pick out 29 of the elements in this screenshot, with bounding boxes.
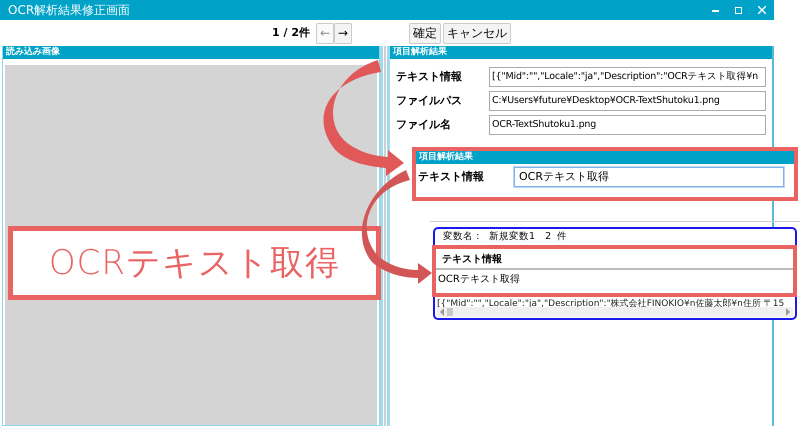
table-cell-text: OCRテキスト取得 — [437, 273, 521, 287]
close-icon[interactable] — [758, 6, 766, 14]
table-cell-text: [{"Mid":"","Locale":"ja","Description":"株式会社FINOKIO¥n佐藤太郎¥n住所 〒15 — [437, 298, 784, 311]
scroll-right-icon[interactable] — [785, 308, 791, 316]
input-field[interactable]: [{"Mid":"","Locale":"ja","Description":"OCRテキスト取得¥n — [489, 67, 766, 87]
scrollbar[interactable] — [437, 307, 793, 317]
input-field[interactable]: C:¥Users¥future¥Desktop¥OCR-TextShutoku1.png — [489, 91, 766, 111]
field-label: ファイルパス — [396, 92, 463, 109]
field-label: テキスト情報 — [418, 168, 485, 185]
cancel-button[interactable]: キャンセル — [443, 22, 512, 44]
page-indicator: 1 / 2件 — [272, 24, 310, 41]
input-field[interactable]: OCR-TextShutoku1.png — [489, 115, 766, 135]
panel-header: 読み込み画像 — [3, 46, 379, 59]
panel-header: 項目解析結果 — [416, 151, 794, 164]
callout-text: OCRテキスト取得 — [48, 242, 340, 284]
column-header: テキスト情報 — [436, 249, 793, 270]
confirm-button[interactable]: 確定 — [409, 22, 442, 44]
window-title: OCR解析結果修正画面 — [8, 2, 130, 19]
variable-caption: 変数名： 新規変数1 2 件 — [443, 232, 568, 242]
maximize-icon[interactable] — [735, 6, 742, 14]
scroll-left-icon[interactable] — [439, 308, 445, 316]
input-field[interactable]: OCRテキスト取得 — [514, 167, 784, 187]
minimize-icon[interactable] — [712, 8, 719, 12]
field-label: ファイル名 — [396, 116, 452, 133]
next-button[interactable]: → — [334, 22, 352, 44]
scroll-thumb[interactable] — [447, 308, 453, 316]
panel-header: 項目解析結果 — [390, 46, 772, 59]
field-label: テキスト情報 — [396, 68, 463, 85]
splitter[interactable] — [380, 46, 390, 426]
